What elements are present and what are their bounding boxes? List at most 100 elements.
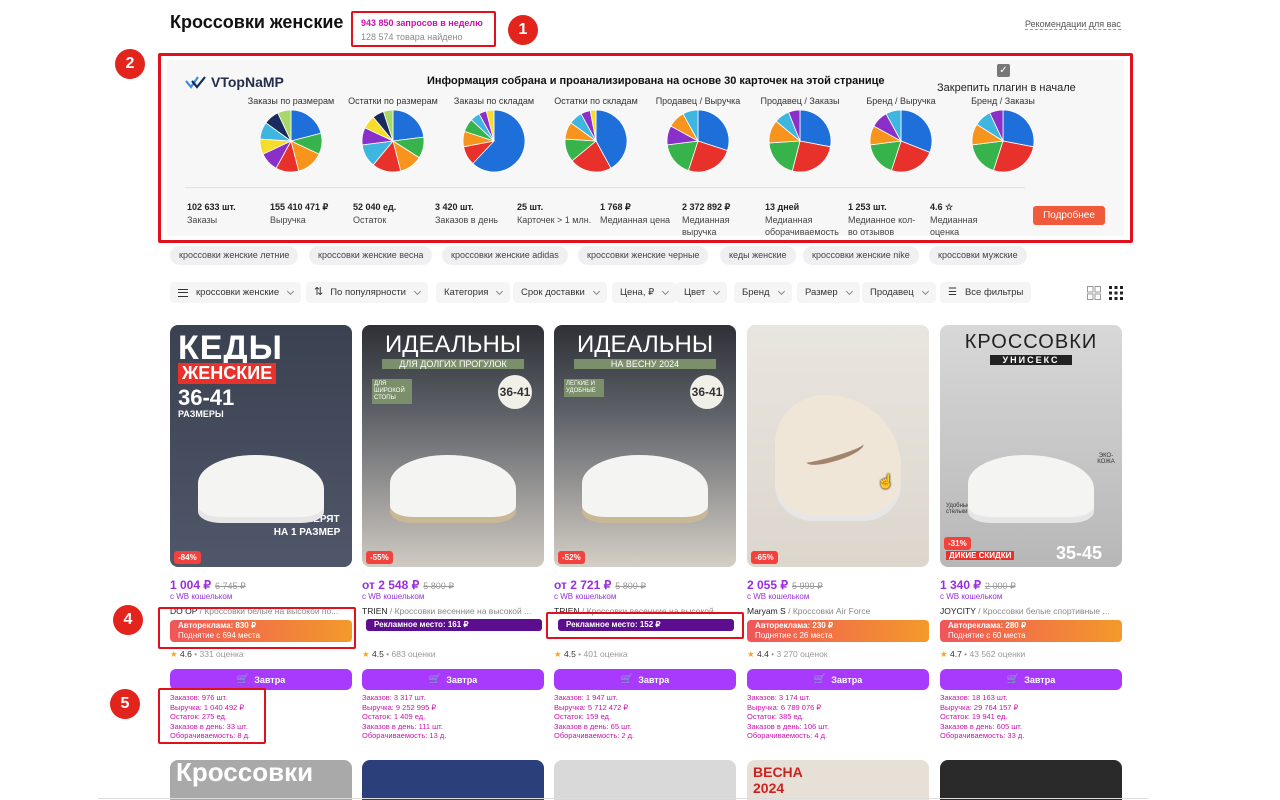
recommendations-link[interactable]: Рекомендации для вас: [1025, 19, 1121, 30]
filter-dropdown[interactable]: Размер: [797, 282, 860, 303]
search-chip[interactable]: кроссовки женские летние: [170, 246, 299, 265]
product-card-preview[interactable]: [362, 760, 544, 800]
stat-label: Выручка: [270, 215, 306, 225]
add-to-cart-button[interactable]: 🛒 Завтра: [170, 669, 352, 690]
pie-chart[interactable]: [970, 108, 1036, 174]
plugin-content: VTopNaMP Информация собрана и проанализи…: [167, 60, 1124, 237]
auto-ad-cost: Автореклама: 280 ₽: [948, 621, 1027, 630]
reviews-count[interactable]: 401 оценка: [584, 649, 628, 659]
delivery-date: Завтра: [638, 674, 670, 685]
filter-dropdown[interactable]: Продавец: [862, 282, 936, 303]
star-icon: ★: [747, 649, 757, 659]
price: 1 340 ₽: [940, 578, 981, 592]
filter-dropdown[interactable]: Цена, ₽: [612, 282, 677, 303]
search-chip[interactable]: кеды женские: [720, 246, 796, 265]
product-image[interactable]: КЕДЫ ЖЕНСКИЕ 36-41 РАЗМЕРЫ МАЛОМЕРЯТ НА 1 РА…: [170, 325, 352, 567]
add-to-cart-button[interactable]: 🛒 Завтра: [940, 669, 1122, 690]
sales-stat-line: Остаток: 19 941 ед.: [940, 712, 1008, 721]
product-image[interactable]: КРОССОВКИ УНИСЕКС 35-45 ДИКИЕ СКИДКИ ЭКО-КОЖ…: [940, 325, 1122, 567]
product-image[interactable]: ☝ -65%: [747, 325, 929, 567]
stat-value: 1 768 ₽: [600, 202, 631, 212]
all-filters-button[interactable]: ☰ Все фильтры: [940, 282, 1032, 303]
sort-filter[interactable]: ⇅ По популярности: [306, 282, 428, 303]
product-card-preview[interactable]: Кроссовки: [170, 760, 352, 800]
brand-title[interactable]: TRIEN / Кроссовки весенние на высокой ..…: [362, 606, 544, 616]
search-chip[interactable]: кроссовки женские весна: [309, 246, 433, 265]
weekly-queries[interactable]: 943 850 запросов в неделю: [361, 18, 494, 28]
rating-separator: •: [961, 649, 970, 659]
pie-slice[interactable]: [392, 109, 425, 142]
stat-label: Заказов в день: [435, 215, 498, 225]
add-to-cart-button[interactable]: 🛒 Завтра: [554, 669, 736, 690]
image-banner: ИДЕАЛЬНЫ: [384, 331, 522, 358]
reviews-count[interactable]: 43 562 оценки: [970, 649, 1026, 659]
stat-label: Медианная выручка: [682, 215, 730, 237]
pie-title: Бренд / Выручка: [866, 96, 936, 106]
cursor-icon: ☝: [877, 473, 895, 489]
rating-separator: •: [191, 649, 200, 659]
pie-slice[interactable]: [799, 109, 832, 148]
price: от 2 721 ₽: [554, 578, 612, 592]
pie-chart[interactable]: [461, 108, 527, 174]
discount-badge: -55%: [366, 551, 393, 564]
feature-badge: ДЛЯ ШИРОКОЙ СТОПЫ: [372, 379, 412, 404]
sales-stat-line: Остаток: 159 ед.: [554, 712, 611, 721]
auto-ad-rise: Поднятие с 60 места: [948, 631, 1026, 640]
reviews-count[interactable]: 683 оценки: [392, 649, 436, 659]
star-icon: ★: [362, 649, 372, 659]
pie-chart[interactable]: [767, 108, 833, 174]
add-to-cart-button[interactable]: 🛒 Завтра: [747, 669, 929, 690]
discount-badge: -65%: [751, 551, 778, 564]
search-chip[interactable]: кроссовки женские adidas: [442, 246, 568, 265]
query-stats-box: 943 850 запросов в неделю 128 574 товара…: [351, 11, 496, 47]
rating-line: ★ 4.5 • 683 оценки: [362, 649, 435, 660]
sales-stat-line: Выручка: 9 252 995 ₽: [362, 702, 437, 712]
price: от 2 548 ₽: [362, 578, 420, 592]
product-image[interactable]: ИДЕАЛЬНЫ ДЛЯ ДОЛГИХ ПРОГУЛОК 36-41 ДЛЯ ШИРО…: [362, 325, 544, 567]
highlight-card-stats: [158, 688, 266, 744]
more-details-button[interactable]: Подробнее: [1033, 206, 1105, 225]
pie-chart[interactable]: [665, 108, 731, 174]
search-chip[interactable]: кроссовки женские черные: [578, 246, 709, 265]
query-filter[interactable]: кроссовки женские: [170, 282, 302, 303]
search-chip[interactable]: кроссовки женские nike: [803, 246, 919, 265]
product-card-preview[interactable]: [554, 760, 736, 800]
brand-title[interactable]: JOYCITY / Кроссовки белые спортивные ...: [940, 606, 1122, 616]
filter-dropdown[interactable]: Категория: [436, 282, 511, 303]
small-grid-icon[interactable]: [1109, 286, 1123, 300]
product-title: Кроссовки Air Force: [792, 606, 871, 616]
filter-dropdown[interactable]: Срок доставки: [513, 282, 607, 303]
pie-chart[interactable]: [360, 108, 426, 174]
image-banner: ИДЕАЛЬНЫ: [576, 331, 714, 358]
promo-label: ДИКИЕ СКИДКИ: [946, 551, 1015, 560]
sales-stat-line: Выручка: 6 789 076 ₽: [747, 702, 822, 712]
product-card-preview[interactable]: ВЕСНА 2024: [747, 760, 929, 800]
card-sales-stats: Заказов: 3 174 шт. Выручка: 6 789 076 ₽ Ос…: [747, 693, 829, 741]
rating-value: 4.4: [756, 649, 769, 659]
pie-chart[interactable]: [563, 108, 629, 174]
pie-slice[interactable]: [1002, 109, 1035, 148]
pie-chart[interactable]: [868, 108, 934, 174]
brand-title[interactable]: Maryam S / Кроссовки Air Force: [747, 606, 929, 616]
title-separator: /: [785, 606, 793, 616]
sales-stat-line: Выручка: 29 764 157 ₽: [940, 702, 1019, 712]
auto-ad-cost: Автореклама: 230 ₽: [755, 621, 834, 630]
product-image[interactable]: ИДЕАЛЬНЫ НА ВЕСНУ 2024 36-41 ЛЕГКИЕ И УДОБН…: [554, 325, 736, 567]
add-to-cart-button[interactable]: 🛒 Завтра: [362, 669, 544, 690]
large-grid-icon[interactable]: [1087, 286, 1101, 300]
filter-label: Бренд: [742, 287, 770, 298]
sneaker-illustration: [968, 455, 1094, 517]
search-chip[interactable]: кроссовки мужские: [929, 246, 1027, 265]
pin-plugin-checkbox[interactable]: ✓: [997, 64, 1010, 77]
marker-4: 4: [113, 605, 143, 635]
cart-icon: 🛒: [620, 674, 634, 685]
pie-chart[interactable]: [258, 108, 324, 174]
sales-stat-line: Остаток: 1 409 ед.: [362, 712, 426, 721]
chevron-down-icon: [845, 287, 853, 295]
product-card-preview[interactable]: [940, 760, 1122, 800]
filter-dropdown[interactable]: Цвет: [676, 282, 728, 303]
logo-check-icon: [185, 76, 206, 89]
reviews-count[interactable]: 3 270 оценок: [777, 649, 828, 659]
reviews-count[interactable]: 331 оценка: [200, 649, 244, 659]
filter-dropdown[interactable]: Бренд: [734, 282, 792, 303]
